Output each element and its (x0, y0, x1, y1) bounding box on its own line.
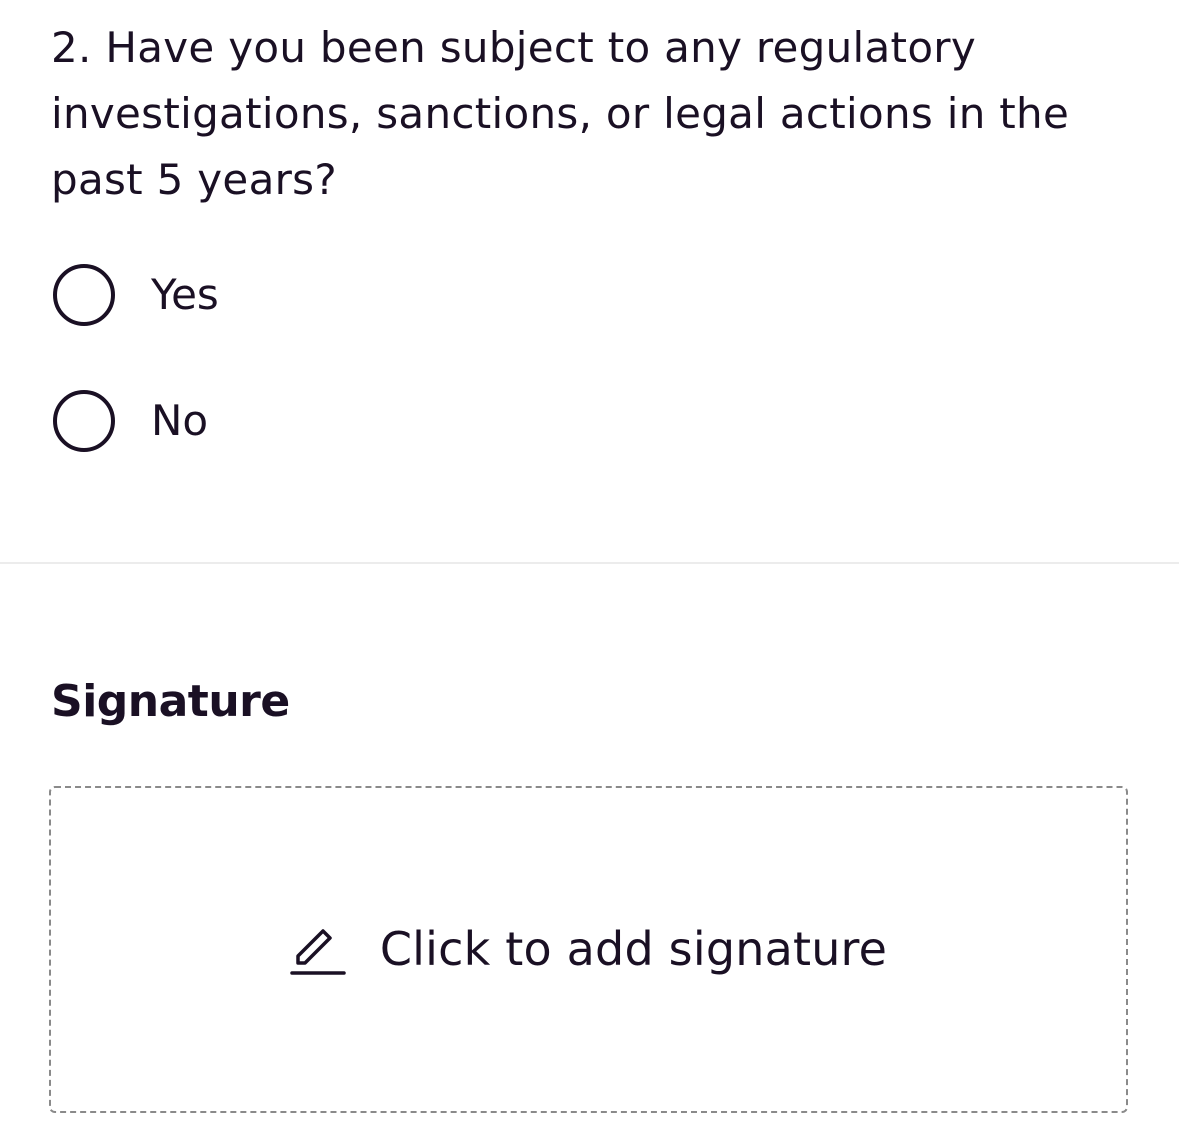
radio-button-yes[interactable] (53, 264, 115, 326)
radio-option-no[interactable]: No (53, 390, 208, 452)
radio-option-yes[interactable]: Yes (53, 264, 219, 326)
add-signature-label: Click to add signature (379, 921, 888, 976)
radio-label-yes: Yes (151, 270, 219, 319)
section-divider (0, 562, 1179, 564)
question-text: 2. Have you been subject to any regulato… (51, 23, 1070, 204)
radio-button-no[interactable] (53, 390, 115, 452)
signature-pad[interactable]: Click to add signature (49, 786, 1128, 1113)
add-signature-button[interactable]: Click to add signature (290, 919, 887, 979)
pen-icon (290, 928, 346, 975)
radio-label-no: No (151, 396, 209, 445)
signature-heading: Signature (51, 676, 290, 727)
